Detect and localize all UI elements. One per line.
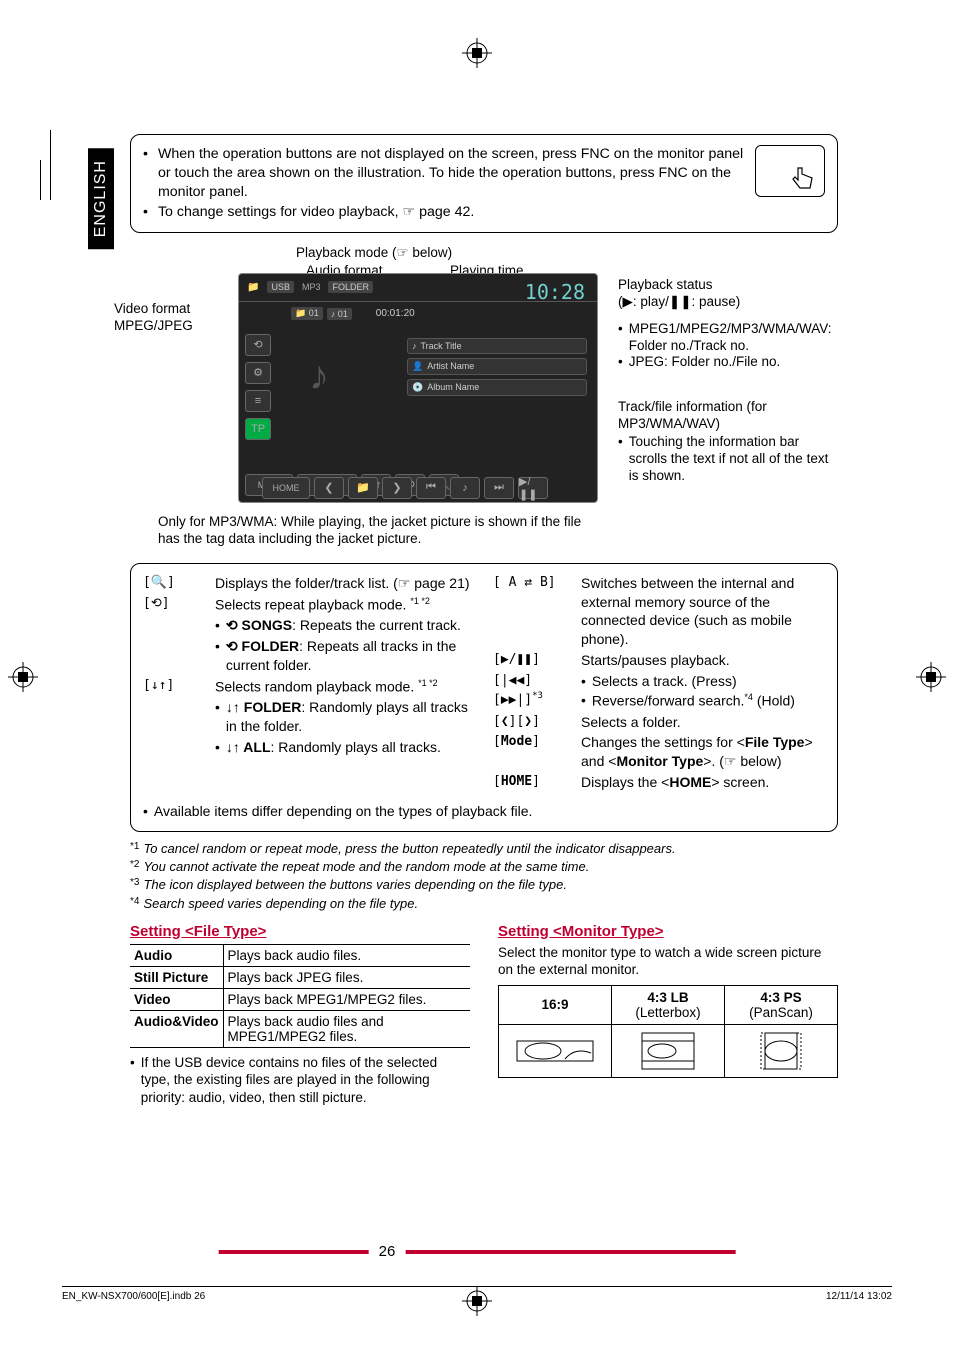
callout-playback-status: Playback status(▶: play/❚❚: pause) <box>618 277 740 311</box>
random-folder: ↓↑ FOLDER: Randomly plays all tracks in … <box>215 698 475 736</box>
play-pause-icon: [▶/❚❚] <box>493 651 575 670</box>
prev-next-icon: [|◀◀][▶▶|]*3 <box>493 672 575 710</box>
search-list-icon: [🔍] <box>143 574 209 593</box>
folder-nav-icon: [❮][❯] <box>493 713 575 732</box>
prev-next-desc: Selects a track. (Press) Reverse/forward… <box>581 672 825 710</box>
jacket-picture-note: Only for MP3/WMA: While playing, the jac… <box>158 513 588 548</box>
footnotes: *1To cancel random or repeat mode, press… <box>130 840 838 913</box>
repeat-folder: ⟲ FOLDER: Repeats all tracks in the curr… <box>215 637 475 675</box>
random-icon: [↓↑] <box>143 677 209 697</box>
home-button-desc: Displays the <HOME> screen. <box>581 773 825 792</box>
random-all: ↓↑ ALL: Randomly plays all tracks. <box>215 738 475 757</box>
repeat-desc: Selects repeat playback mode. *1 *2 <box>215 595 475 615</box>
mode-button-desc: Changes the settings for <File Type> and… <box>581 733 825 771</box>
aspect-169-icon <box>501 1029 609 1073</box>
ab-switch-icon: [ A ⇄ B] <box>493 574 575 650</box>
top-notes-box: When the operation buttons are not displ… <box>130 134 838 233</box>
ab-switch-desc: Switches between the internal and extern… <box>581 574 825 650</box>
repeat-songs: ⟲ SONGS: Repeats the current track. <box>215 616 475 635</box>
folder-nav-desc: Selects a folder. <box>581 713 825 732</box>
repeat-icon: [⟲] <box>143 595 209 615</box>
callout-folder-track-info: •MPEG1/MPEG2/MP3/WMA/WAV: Folder no./Tra… <box>618 321 834 372</box>
top-note-1: When the operation buttons are not displ… <box>158 145 745 203</box>
search-list-desc: Displays the folder/track list. (☞ page … <box>215 574 475 593</box>
available-items-note: Available items differ depending on the … <box>143 802 825 821</box>
file-type-heading: Setting <File Type> <box>130 923 470 940</box>
print-footer: EN_KW-NSX700/600[E].indb 26 12/11/14 13:… <box>62 1286 892 1302</box>
language-tab: ENGLISH <box>88 148 114 249</box>
monitor-type-intro: Select the monitor type to watch a wide … <box>498 944 838 979</box>
file-type-note: If the USB device contains no files of t… <box>130 1054 470 1107</box>
callout-track-info: Track/file information (for MP3/WMA/WAV)… <box>618 399 838 485</box>
callout-playback-mode: Playback mode (☞ below) <box>296 245 452 262</box>
aspect-43ps-icon <box>727 1029 835 1073</box>
registration-mark-right-icon <box>916 662 946 692</box>
registration-mark-left-icon <box>8 662 38 692</box>
controls-description-box: [🔍] Displays the folder/track list. (☞ pa… <box>130 563 838 832</box>
clock-display: 10:28 <box>525 280 585 304</box>
callout-video-format: Video formatMPEG/JPEG <box>114 301 193 335</box>
file-type-table: AudioPlays back audio files. Still Pictu… <box>130 944 470 1048</box>
top-note-2: To change settings for video playback, ☞… <box>158 203 474 222</box>
random-desc: Selects random playback mode. *1 *2 <box>215 677 475 697</box>
playback-screen-diagram: Playback mode (☞ below) Audio format Pla… <box>130 243 838 563</box>
page-number: 26 <box>219 1243 736 1260</box>
touch-illustration-icon <box>755 145 825 197</box>
home-button-label: [HOME] <box>493 773 575 792</box>
mode-button-label: [Mode] <box>493 733 575 771</box>
aspect-43lb-icon <box>614 1029 722 1073</box>
registration-mark-top-icon <box>462 38 492 68</box>
device-screenshot-icon: 📁 USB MP3 FOLDER 📁 01 ♪ 01 00:01:20 10:2… <box>238 273 598 503</box>
play-pause-desc: Starts/pauses playback. <box>581 651 825 670</box>
monitor-type-heading: Setting <Monitor Type> <box>498 923 838 940</box>
monitor-type-table: 16:9 4:3 LB(Letterbox) 4:3 PS(PanScan) <box>498 985 838 1078</box>
